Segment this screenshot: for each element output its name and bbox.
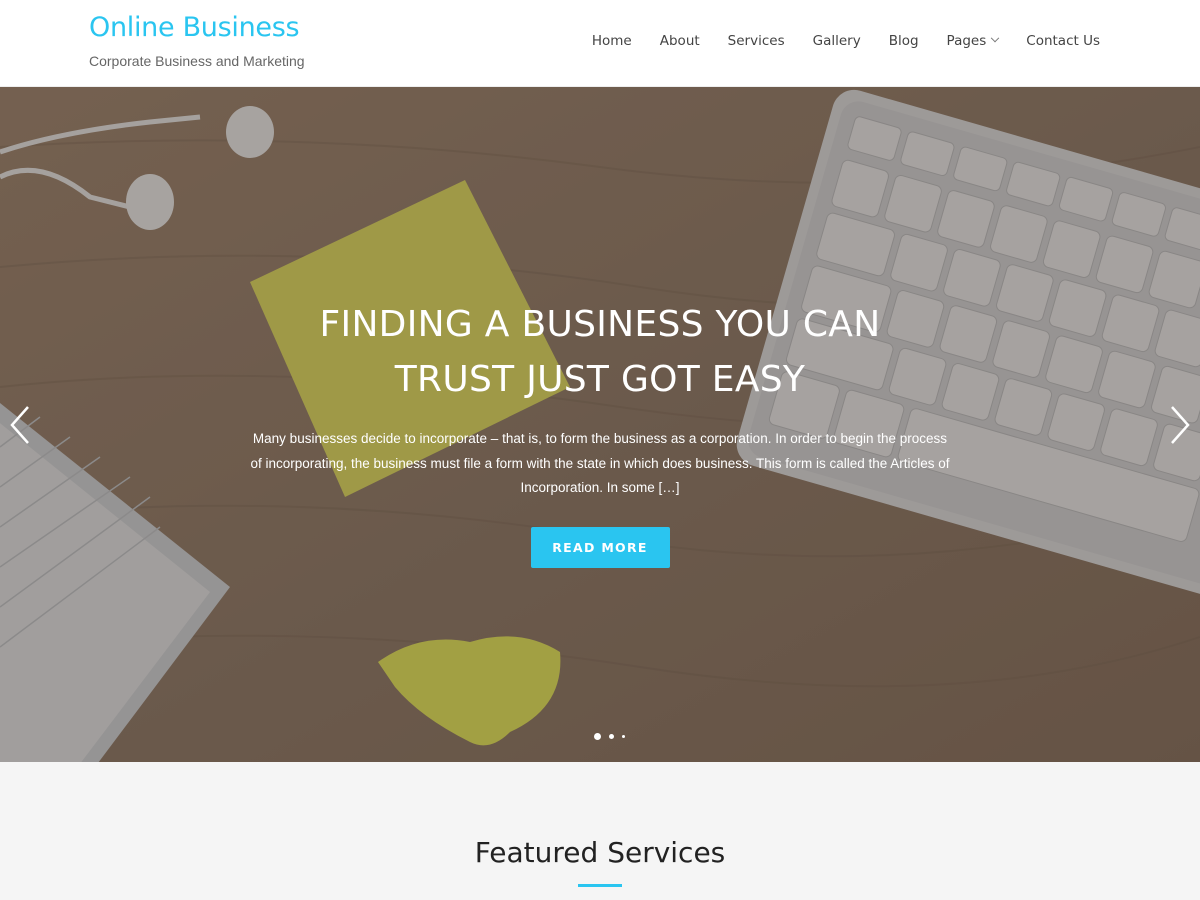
nav-item-label: Pages [946, 33, 987, 49]
slider-dot[interactable] [622, 735, 625, 738]
nav-item-services[interactable]: Services [728, 33, 785, 49]
chevron-right-icon [1171, 406, 1190, 444]
slider-dot-active[interactable] [594, 733, 601, 740]
nav-item-gallery[interactable]: Gallery [813, 33, 861, 49]
heading-underline [578, 884, 622, 887]
nav-item-label: Gallery [812, 33, 861, 49]
nav-item-label: Home [591, 33, 632, 49]
nav-item-label: Contact Us [1026, 33, 1100, 49]
read-more-button[interactable]: READ MORE [530, 526, 670, 568]
nav-item-home[interactable]: Home [592, 33, 632, 49]
main-nav: Home About Services Gallery Blog Pages C… [592, 33, 1100, 49]
nav-item-blog[interactable]: Blog [889, 33, 919, 49]
nav-item-label: Services [727, 33, 785, 49]
slider-prev-button[interactable] [8, 405, 32, 445]
site-header: Online Business Corporate Business and M… [0, 0, 1200, 87]
hero-excerpt: Many businesses decide to incorporate – … [250, 431, 950, 495]
slider-dot[interactable] [609, 734, 614, 739]
slider-pagination [594, 733, 625, 740]
site-tagline: Corporate Business and Marketing [89, 53, 305, 69]
nav-item-about[interactable]: About [660, 33, 700, 49]
hero-title: FINDING A BUSINESS YOU CAN TRUST JUST GO… [240, 297, 960, 407]
featured-services-section: Featured Services [0, 762, 1200, 900]
nav-item-label: Blog [888, 33, 919, 49]
section-heading: Featured Services [474, 836, 726, 869]
chevron-left-icon [10, 406, 29, 444]
site-title-link[interactable]: Online Business [89, 12, 300, 43]
nav-item-pages[interactable]: Pages [946, 33, 1000, 49]
nav-item-label: About [659, 33, 700, 49]
hero-content: FINDING A BUSINESS YOU CAN TRUST JUST GO… [240, 297, 960, 568]
nav-item-contact-us[interactable]: Contact Us [1026, 33, 1100, 49]
hero-slider: FINDING A BUSINESS YOU CAN TRUST JUST GO… [0, 87, 1200, 762]
chevron-down-icon [991, 33, 1000, 43]
hero-title-line: TRUST JUST GOT EASY [394, 359, 806, 400]
slider-next-button[interactable] [1168, 405, 1192, 445]
hero-title-line: FINDING A BUSINESS YOU CAN [319, 304, 881, 345]
